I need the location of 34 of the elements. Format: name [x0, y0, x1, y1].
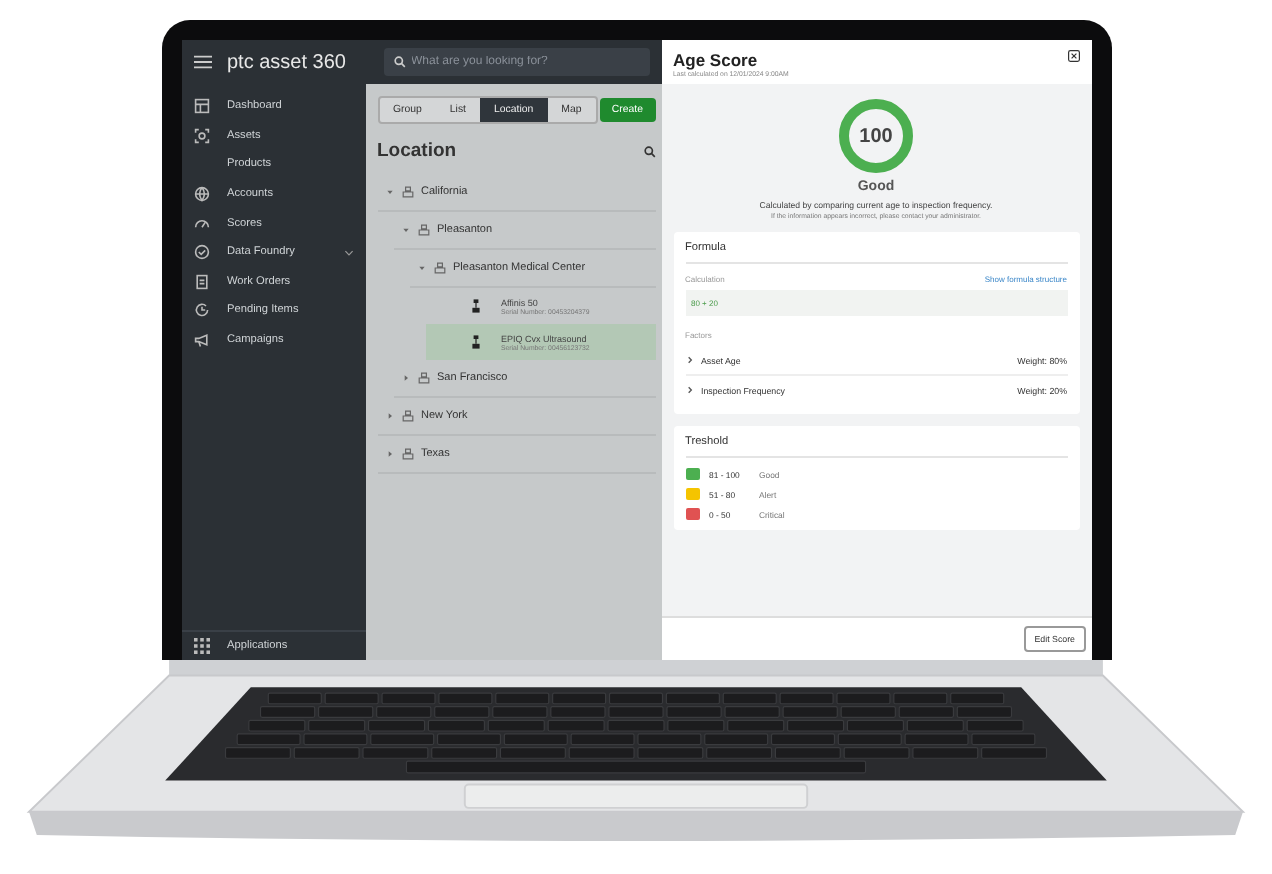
caret-down-icon[interactable] [417, 264, 425, 272]
score-ring: 100 [836, 96, 916, 176]
globe-icon [193, 186, 209, 203]
caret-right-icon[interactable] [401, 374, 409, 382]
close-icon[interactable] [1067, 50, 1079, 62]
check-circle-icon [193, 244, 209, 261]
caret-down-icon[interactable] [401, 226, 409, 234]
search-icon [393, 56, 405, 68]
scan-icon [193, 127, 209, 144]
chevron-right-icon[interactable] [685, 356, 693, 364]
device-icon [469, 298, 481, 314]
caret-right-icon[interactable] [385, 412, 393, 420]
dashboard-icon [193, 98, 209, 115]
device-icon [469, 334, 481, 350]
building-icon [417, 224, 429, 236]
app-logo: ptc asset 360 [227, 51, 348, 73]
caret-down-icon[interactable] [385, 188, 393, 196]
building-icon [433, 262, 445, 274]
megaphone-icon [193, 332, 209, 349]
search-icon[interactable] [643, 145, 655, 157]
document-icon [193, 273, 209, 290]
building-icon [401, 410, 413, 422]
building-icon [401, 186, 413, 198]
panel-title: Age Score [673, 50, 760, 70]
building-icon [401, 448, 413, 460]
gauge-icon [193, 215, 209, 232]
menu-icon[interactable] [193, 54, 211, 70]
grid-icon[interactable] [193, 638, 209, 654]
chevron-right-icon[interactable] [685, 386, 693, 394]
caret-right-icon[interactable] [385, 450, 393, 458]
page-title: Location [377, 140, 457, 162]
clock-icon [193, 302, 209, 319]
building-icon [417, 372, 429, 384]
chevron-down-icon[interactable] [343, 249, 353, 256]
